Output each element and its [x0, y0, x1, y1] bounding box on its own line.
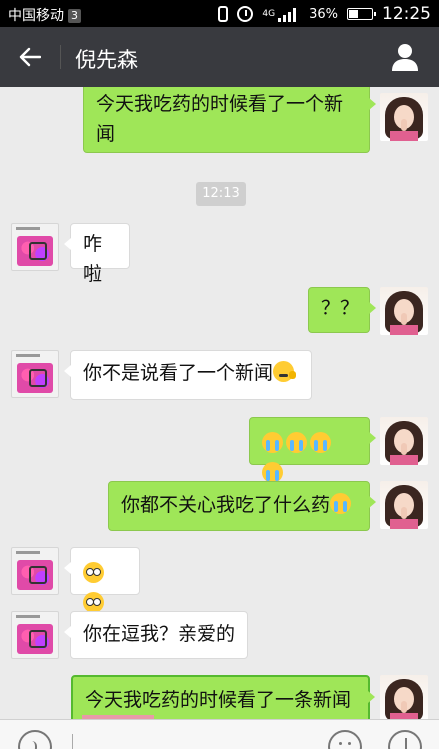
input-divider [72, 734, 73, 749]
crying-emoji-icon [330, 493, 352, 514]
chat-title: 倪先森 [75, 48, 138, 72]
message-list[interactable]: 今天我吃药的时候看了一个新闻 12:13 咋啦 ？？ 你不是说看了一个新闻 你都… [0, 87, 439, 719]
header-divider [60, 45, 61, 69]
message-row [0, 547, 439, 613]
my-avatar[interactable] [380, 93, 428, 141]
battery-icon [347, 8, 376, 20]
crying-emoji-icon [286, 432, 307, 453]
shocked-emoji-icon [83, 562, 104, 583]
back-arrow-icon [19, 47, 41, 67]
message-text: 今天我吃药的时候看了一条新闻 [85, 689, 352, 711]
message-bubble[interactable] [64, 547, 140, 613]
message-row: 你都不关心我吃了什么药 [0, 481, 439, 531]
crying-emoji-icon [310, 432, 331, 453]
message-text: ？？ [321, 297, 360, 319]
timestamp-label: 12:13 [196, 182, 246, 206]
message-row: 咋啦 [0, 223, 439, 285]
message-input[interactable] [88, 722, 316, 748]
thinking-emoji-icon [273, 361, 297, 382]
my-avatar[interactable] [380, 417, 428, 465]
chat-info-button[interactable] [389, 41, 421, 73]
status-bar: 中国移动 3 4G 36% 12:25 [0, 0, 439, 27]
crying-emoji-icon [262, 432, 283, 453]
message-row [0, 417, 439, 483]
emoji-picker-icon[interactable] [328, 730, 362, 749]
message-bubble[interactable]: 咋啦 [64, 223, 130, 285]
message-bubble[interactable]: 你在逗我？亲爱的 [64, 611, 248, 659]
input-bar [0, 719, 439, 749]
message-text: 你不是说看了一个新闻 [83, 362, 274, 384]
more-actions-icon[interactable] [388, 730, 422, 749]
message-bubble[interactable]: 你不是说看了一个新闻 [64, 350, 312, 400]
sim-slot-badge: 3 [68, 9, 81, 23]
carrier-label: 中国移动 3 [8, 5, 81, 25]
signal-icon [278, 7, 300, 22]
alarm-icon [237, 6, 254, 22]
contact-avatar[interactable] [11, 350, 59, 398]
message-text: 你都不关心我吃了什么药 [121, 494, 331, 516]
message-bubble[interactable]: 今天我吃药的时候看了一条新闻 [71, 675, 375, 719]
message-bubble[interactable]: ？？ [308, 287, 376, 333]
clock: 12:25 [382, 4, 431, 24]
message-bubble[interactable]: 你都不关心我吃了什么药 [108, 481, 376, 531]
message-row: 你在逗我？亲爱的 [0, 611, 439, 661]
message-row: 今天我吃药的时候看了一条新闻 [0, 675, 439, 719]
my-avatar[interactable] [380, 287, 428, 335]
voice-input-icon[interactable] [18, 730, 52, 749]
contact-avatar[interactable] [11, 547, 59, 595]
message-bubble[interactable] [249, 417, 376, 483]
message-row: ？？ [0, 287, 439, 337]
contact-avatar[interactable] [11, 611, 59, 659]
message-bubble[interactable]: 今天我吃药的时候看了一个新闻 [83, 87, 376, 153]
message-row: 你不是说看了一个新闻 [0, 350, 439, 400]
crying-emoji-icon [262, 462, 283, 483]
chat-header: 倪先森 [0, 27, 439, 87]
contact-avatar[interactable] [11, 223, 59, 271]
my-avatar[interactable] [380, 481, 428, 529]
back-button[interactable] [12, 39, 48, 75]
message-text: 你在逗我？亲爱的 [83, 623, 236, 645]
message-text: 今天我吃药的时候看了一个新闻 [96, 93, 344, 145]
network-type-label: 4G [262, 9, 276, 19]
shocked-emoji-icon [83, 592, 104, 613]
my-avatar[interactable] [380, 675, 428, 719]
person-icon [392, 44, 418, 71]
message-row: 今天我吃药的时候看了一个新闻 [0, 87, 439, 153]
vibrate-icon [218, 6, 229, 22]
battery-percent: 36% [309, 6, 338, 22]
message-text: 咋啦 [83, 233, 103, 285]
